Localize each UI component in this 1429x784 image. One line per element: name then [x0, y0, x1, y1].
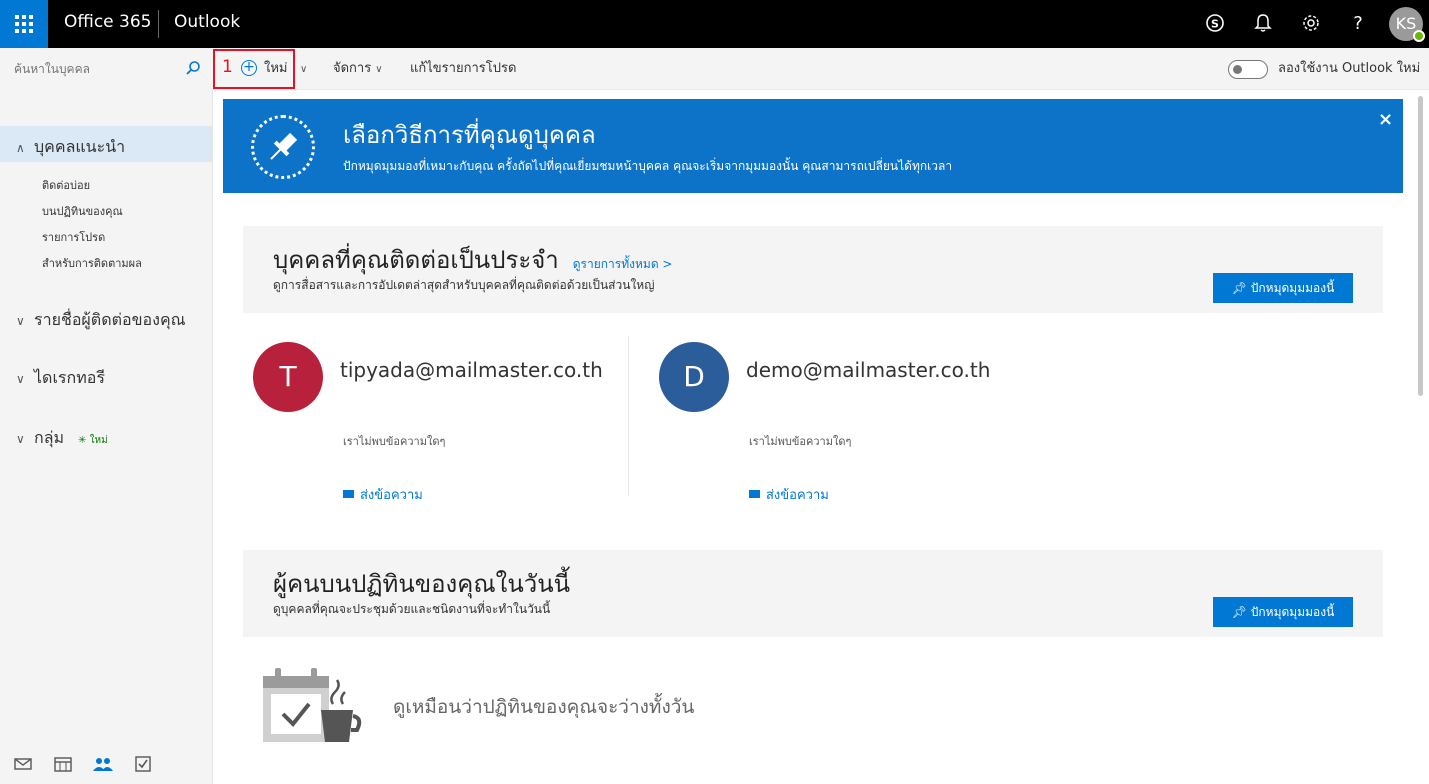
- contact-divider: [628, 336, 629, 496]
- contact-avatar[interactable]: D: [659, 342, 729, 412]
- contact-email[interactable]: demo@mailmaster.co.th: [746, 358, 990, 382]
- manage-label: จัดการ: [333, 61, 372, 76]
- brand-name[interactable]: Office 365: [64, 12, 151, 32]
- close-icon[interactable]: ×: [1378, 109, 1393, 130]
- pin-icon: 📌︎: [1231, 605, 1251, 619]
- contact-card[interactable]: D demo@mailmaster.co.th เราไม่พบข้อความใ…: [649, 334, 1049, 514]
- pin-icon: 📌︎: [1231, 281, 1251, 295]
- pin-view-button[interactable]: 📌︎ ปักหมุดมุมมองนี้: [1213, 273, 1353, 303]
- pin-circle-icon: [251, 115, 315, 179]
- mail-icon[interactable]: [12, 756, 34, 776]
- send-message-link[interactable]: ส่งข้อความ: [749, 484, 829, 505]
- plus-icon[interactable]: +: [241, 60, 257, 76]
- pin-label: ปักหมุดมุมมองนี้: [1250, 281, 1335, 295]
- module-switcher: [0, 748, 212, 784]
- nav-item-calendar[interactable]: บนปฏิทินของคุณ: [42, 202, 123, 220]
- step-number: 1: [222, 57, 233, 77]
- pin-view-button[interactable]: 📌︎ ปักหมุดมุมมองนี้: [1213, 597, 1353, 627]
- contact-card[interactable]: T tipyada@mailmaster.co.th เราไม่พบข้อคว…: [243, 334, 643, 514]
- nav-section-label: ไดเรกทอรี: [34, 368, 105, 387]
- nav-section-directory[interactable]: ∨ ไดเรกทอรี: [16, 366, 105, 391]
- try-new-outlook-toggle[interactable]: [1228, 60, 1268, 79]
- section-title: บุคคลที่คุณติดต่อเป็นประจำ ดูรายการทั้งหม…: [273, 240, 672, 279]
- command-bar: 1 + ใหม่ ∨ จัดการ∨ แก้ไขรายการโปรด ลองใช…: [0, 48, 1429, 90]
- skype-icon[interactable]: S: [1203, 12, 1227, 36]
- scrollbar[interactable]: [1418, 96, 1423, 396]
- send-message-label: ส่งข้อความ: [766, 488, 829, 503]
- choose-view-banner: เลือกวิธีการที่คุณดูบุคคล ปักหมุดมุมมองท…: [223, 99, 1403, 193]
- people-icon[interactable]: [92, 756, 114, 776]
- no-messages-text: เราไม่พบข้อความใดๆ: [749, 435, 852, 448]
- chevron-down-icon: ∨: [375, 64, 383, 75]
- calendar-icon[interactable]: [52, 756, 74, 776]
- new-label: ใหม่: [264, 61, 288, 76]
- edit-favorites-button[interactable]: แก้ไขรายการโปรด: [410, 48, 516, 90]
- nav-section-groups[interactable]: ∨ กลุ่ม ✳ ใหม่: [16, 426, 108, 451]
- send-message-label: ส่งข้อความ: [360, 488, 423, 503]
- pin-label: ปักหมุดมุมมองนี้: [1250, 605, 1335, 619]
- contact-email[interactable]: tipyada@mailmaster.co.th: [340, 358, 603, 382]
- presence-indicator: [1413, 30, 1425, 42]
- chevron-down-icon: ∨: [16, 314, 25, 328]
- new-button[interactable]: ใหม่: [264, 48, 288, 90]
- main-content: เลือกวิธีการที่คุณดูบุคคล ปักหมุดมุมมองท…: [213, 90, 1429, 784]
- svg-text:S: S: [1211, 18, 1219, 31]
- waffle-icon[interactable]: [0, 0, 48, 48]
- contact-avatar[interactable]: T: [253, 342, 323, 412]
- new-badge: ✳ ใหม่: [78, 435, 108, 446]
- help-icon[interactable]: ?: [1346, 12, 1370, 36]
- new-dropdown-chevron-icon[interactable]: ∨: [296, 48, 307, 90]
- chevron-down-icon: ∨: [16, 372, 25, 386]
- left-nav: ∧ บุคคลแนะนำ ติดต่อบ่อย บนปฏิทินของคุณ รา…: [0, 90, 213, 784]
- app-name[interactable]: Outlook: [174, 12, 240, 32]
- nav-item-frequent[interactable]: ติดต่อบ่อย: [42, 176, 90, 194]
- no-messages-text: เราไม่พบข้อความใดๆ: [343, 435, 446, 448]
- divider: [158, 10, 159, 38]
- section-title-text: บุคคลที่คุณติดต่อเป็นประจำ: [273, 246, 559, 274]
- new-badge-label: ใหม่: [89, 435, 108, 446]
- bell-icon[interactable]: [1251, 12, 1275, 36]
- frequent-contacts-header: บุคคลที่คุณติดต่อเป็นประจำ ดูรายการทั้งหม…: [243, 226, 1383, 313]
- calendar-people-header: ผู้คนบนปฏิทินของคุณในวันนี้ ดูบุคคลที่คุ…: [243, 550, 1383, 637]
- nav-section-suggested[interactable]: ∧ บุคคลแนะนำ: [16, 135, 125, 160]
- section-subtitle: ดูการสื่อสารและการอัปเดตล่าสุดสำหรับบุคค…: [273, 278, 655, 292]
- banner-title: เลือกวิธีการที่คุณดูบุคคล: [343, 121, 596, 149]
- manage-menu[interactable]: จัดการ ∨: [333, 48, 383, 90]
- nav-item-followup[interactable]: สำหรับการติดตามผล: [42, 254, 142, 272]
- chevron-up-icon: ∧: [16, 141, 25, 155]
- search-area: [0, 48, 213, 90]
- top-bar: Office 365 Outlook S ? KS: [0, 0, 1429, 48]
- mail-icon: [749, 490, 760, 498]
- banner-subtitle: ปักหมุดมุมมองที่เหมาะกับคุณ ครั้งถัดไปที…: [343, 159, 953, 173]
- section-subtitle: ดูบุคคลที่คุณจะประชุมด้วยและชนิดงานที่จะ…: [273, 602, 551, 616]
- search-input[interactable]: [6, 56, 176, 82]
- mail-icon: [343, 490, 354, 498]
- calendar-coffee-icon: [261, 666, 365, 744]
- try-new-outlook-label: ลองใช้งาน Outlook ใหม่: [1278, 61, 1421, 76]
- section-title: ผู้คนบนปฏิทินของคุณในวันนี้: [273, 570, 571, 598]
- nav-section-label: รายชื่อผู้ติดต่อของคุณ: [34, 310, 186, 329]
- gear-icon[interactable]: [1299, 12, 1323, 36]
- nav-section-your-contacts[interactable]: ∨ รายชื่อผู้ติดต่อของคุณ: [16, 308, 185, 333]
- nav-section-label: บุคคลแนะนำ: [34, 137, 126, 156]
- nav-item-favorites[interactable]: รายการโปรด: [42, 228, 105, 246]
- nav-section-label: กลุ่ม: [34, 428, 65, 447]
- search-icon[interactable]: [185, 60, 201, 76]
- see-all-link[interactable]: ดูรายการทั้งหมด >: [573, 257, 673, 271]
- tasks-icon[interactable]: [132, 756, 154, 776]
- empty-calendar-text: ดูเหมือนว่าปฏิทินของคุณจะว่างทั้งวัน: [393, 696, 695, 718]
- send-message-link[interactable]: ส่งข้อความ: [343, 484, 423, 505]
- toggle-knob: [1233, 65, 1242, 74]
- chevron-down-icon: ∨: [16, 432, 25, 446]
